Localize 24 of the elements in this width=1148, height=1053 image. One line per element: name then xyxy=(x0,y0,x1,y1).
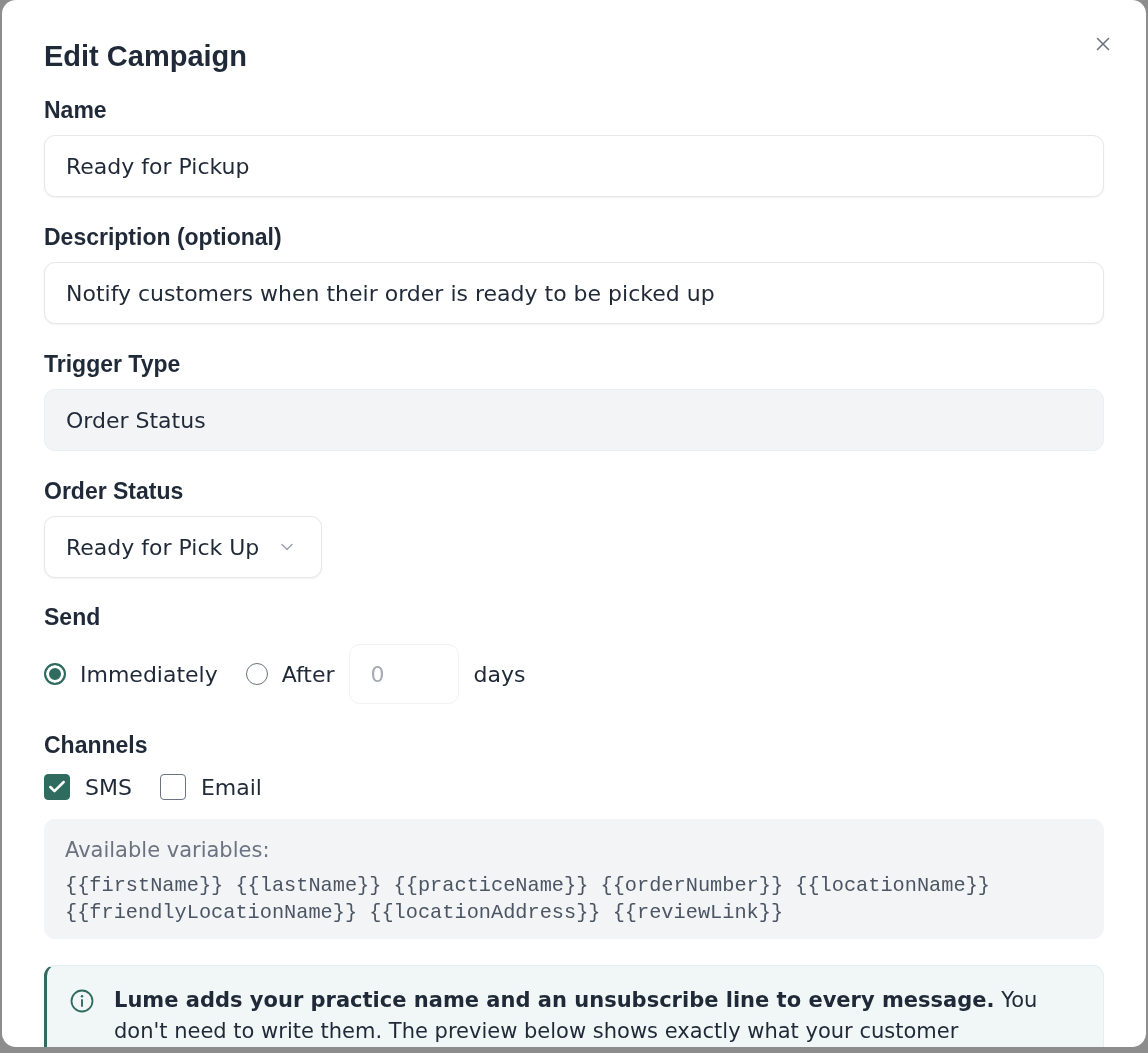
radio-button[interactable] xyxy=(44,663,66,685)
option-label[interactable]: Immediately xyxy=(80,661,218,687)
checkbox[interactable] xyxy=(159,774,186,800)
variables-title: Available variables: xyxy=(65,837,271,863)
info-icon xyxy=(70,989,94,1013)
option-label[interactable]: SMS xyxy=(85,774,132,800)
variables-list: {{firstName}} {{lastName}} {{practiceName}} {{orderNumber}} {{locationName}} {{friendlyLocationName}} {{locationAddress}} {{reviewLink}} xyxy=(65,872,1083,926)
field-label: Channels xyxy=(44,731,149,759)
option-label[interactable]: Email xyxy=(200,774,262,800)
dialog-title: Edit Campaign xyxy=(44,39,247,74)
callout-text: Lume adds your practice name and an unsubscribe line to every message. You don't need to write them. The preview below shows exactly what your customer xyxy=(114,987,1039,1045)
read-only-field[interactable]: Order Status xyxy=(44,389,1104,451)
field-label: Send xyxy=(44,603,102,631)
option-label[interactable]: After xyxy=(281,661,335,687)
field-label: Name xyxy=(44,96,108,124)
field-label: Order Status xyxy=(44,477,185,505)
field-label: Description (optional) xyxy=(44,223,283,251)
text-field[interactable]: Ready for Pickup xyxy=(44,135,1104,197)
checkbox[interactable] xyxy=(44,774,70,800)
unit-label: days xyxy=(473,661,526,687)
dropdown[interactable]: Ready for Pick Up xyxy=(44,516,323,578)
text-field[interactable]: Notify customers when their order is ready to be picked up xyxy=(44,262,1104,324)
field-label: Trigger Type xyxy=(44,350,182,378)
radio-button[interactable] xyxy=(245,663,268,685)
